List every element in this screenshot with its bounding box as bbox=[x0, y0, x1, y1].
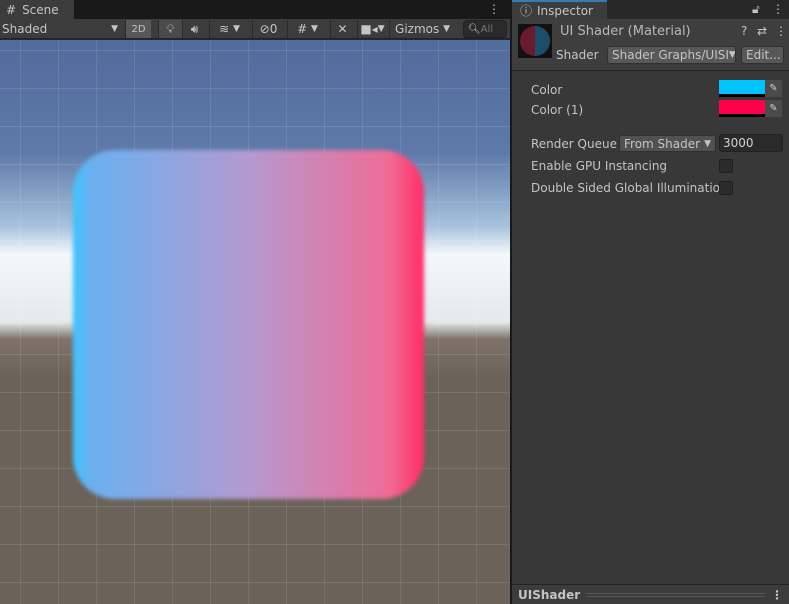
color-1-label: Color (1) bbox=[531, 103, 584, 117]
search-input[interactable]: 🔍︎ All bbox=[463, 20, 507, 38]
eye-slash-icon: ⊘ bbox=[259, 22, 270, 36]
search-icon: 🔍︎ bbox=[468, 23, 481, 35]
info-icon: ⓘ bbox=[520, 4, 533, 18]
scene-viewport[interactable] bbox=[0, 40, 510, 604]
effects-dropdown[interactable]: ≋ ▼ bbox=[209, 20, 249, 38]
tools-toggle[interactable]: ✕ bbox=[330, 20, 354, 38]
2d-toggle[interactable]: 2D bbox=[125, 20, 151, 38]
hidden-objects-toggle[interactable]: ⊘ 0 bbox=[252, 20, 284, 38]
gizmos-dropdown[interactable]: Gizmos ▼ bbox=[389, 20, 455, 38]
more-menu-icon[interactable]: ⋮ bbox=[488, 2, 500, 16]
double-sided-gi-label: Double Sided Global Illumination bbox=[531, 181, 728, 195]
chevron-down-icon: ▼ bbox=[728, 50, 736, 60]
camera-icon: ■◂ bbox=[360, 22, 378, 36]
render-queue-dropdown[interactable]: From Shader ▼ bbox=[619, 135, 716, 152]
more-menu-icon[interactable]: ⋮ bbox=[772, 2, 784, 16]
scene-panel: # Scene ⋮ Shaded ▼ 2D 💡︎ 🔊︎ ≋ ▼ ⊘ 0 # ▼ ✕ ■… bbox=[0, 0, 510, 604]
chevron-down-icon: ▼ bbox=[704, 138, 711, 149]
ui-shader-quad[interactable] bbox=[73, 150, 424, 499]
double-sided-gi-checkbox[interactable] bbox=[719, 181, 733, 195]
scene-toolbar: Shaded ▼ 2D 💡︎ 🔊︎ ≋ ▼ ⊘ 0 # ▼ ✕ ■◂ ▼ Gizmos… bbox=[0, 19, 510, 39]
inspector-panel: ⓘ Inspector 🔓︎ ⋮ UI Shader (Material) ? ⇄… bbox=[512, 0, 789, 604]
material-header: UI Shader (Material) ? ⇄ ⋮ Shader Shader… bbox=[512, 19, 789, 71]
chevron-down-icon: ▼ bbox=[111, 24, 118, 34]
lightbulb-icon: 💡︎ bbox=[166, 21, 175, 36]
grid-dropdown[interactable]: # ▼ bbox=[287, 20, 327, 38]
presets-icon[interactable]: ⇄ bbox=[757, 24, 767, 38]
material-title: UI Shader (Material) bbox=[560, 24, 691, 39]
gpu-instancing-label: Enable GPU Instancing bbox=[531, 159, 668, 173]
more-menu-icon[interactable]: ⋮ bbox=[775, 24, 787, 38]
scene-tab-bar: # Scene ⋮ bbox=[0, 0, 510, 19]
preview-footer[interactable]: UIShader ⋮ bbox=[512, 584, 789, 604]
grid-snap-icon: # bbox=[297, 22, 308, 36]
tab-inspector[interactable]: ⓘ Inspector bbox=[512, 0, 607, 19]
layers-icon: ≋ bbox=[219, 22, 230, 36]
eyedropper-icon[interactable]: ✎ bbox=[765, 100, 782, 117]
eyedropper-icon[interactable]: ✎ bbox=[765, 80, 782, 97]
chevron-down-icon: ▼ bbox=[310, 24, 318, 34]
shader-dropdown[interactable]: Shader Graphs/UISI ▼ bbox=[607, 46, 736, 64]
tools-icon: ✕ bbox=[337, 22, 348, 36]
lighting-toggle[interactable]: 💡︎ bbox=[158, 20, 182, 38]
color-swatch[interactable] bbox=[719, 80, 765, 97]
shading-mode-dropdown[interactable]: Shaded ▼ bbox=[2, 20, 118, 38]
tab-scene[interactable]: # Scene bbox=[0, 0, 74, 19]
help-icon[interactable]: ? bbox=[741, 24, 747, 38]
chevron-down-icon: ▼ bbox=[377, 24, 385, 34]
gpu-instancing-checkbox[interactable] bbox=[719, 159, 733, 173]
render-queue-label: Render Queue bbox=[531, 137, 617, 151]
edit-shader-button[interactable]: Edit... bbox=[741, 46, 784, 64]
camera-dropdown[interactable]: ■◂ ▼ bbox=[357, 20, 387, 38]
audio-toggle[interactable]: 🔊︎ bbox=[182, 20, 206, 38]
color-1-swatch[interactable] bbox=[719, 100, 765, 117]
chevron-down-icon: ▼ bbox=[232, 24, 240, 34]
material-preview bbox=[518, 24, 552, 58]
speaker-icon: 🔊︎ bbox=[190, 21, 199, 36]
color-label: Color bbox=[531, 83, 563, 97]
shader-label: Shader bbox=[556, 48, 599, 62]
grid-icon: # bbox=[6, 2, 17, 17]
lock-icon[interactable]: 🔓︎ bbox=[752, 2, 760, 17]
more-menu-icon[interactable]: ⋮ bbox=[771, 588, 783, 602]
render-queue-input[interactable]: 3000 bbox=[719, 134, 783, 152]
chevron-down-icon: ▼ bbox=[443, 24, 450, 34]
